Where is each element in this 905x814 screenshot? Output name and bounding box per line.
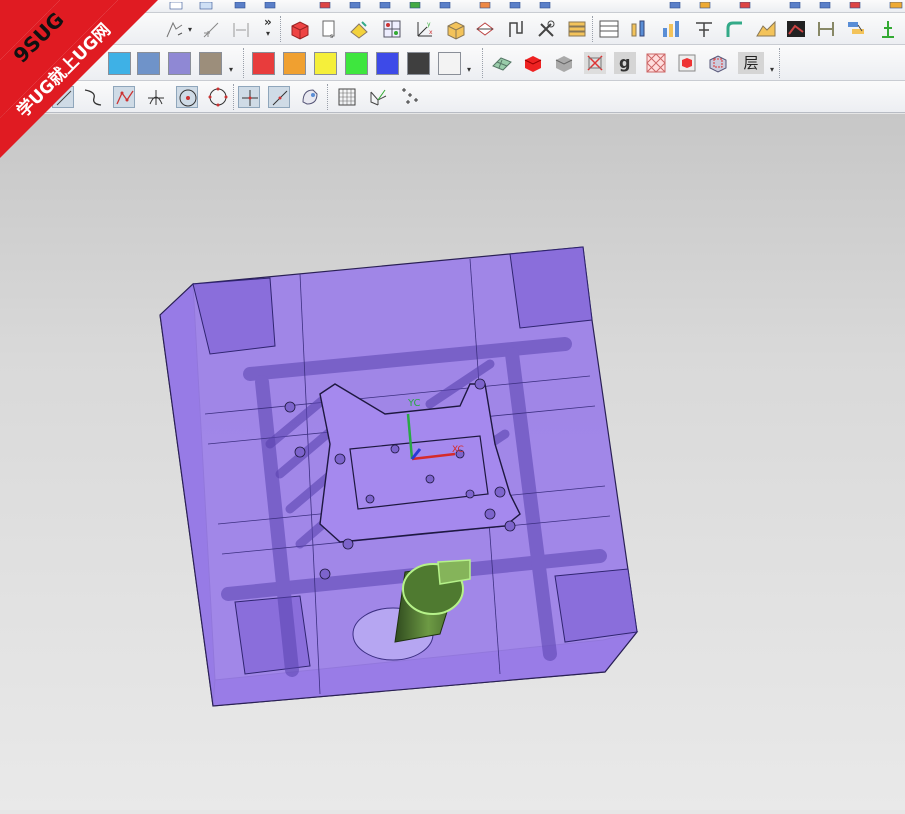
- grid-icon[interactable]: [381, 18, 403, 40]
- color-swatch-royal-blue[interactable]: [376, 52, 399, 75]
- ruler-icon[interactable]: [877, 18, 899, 40]
- chevron-down-icon[interactable]: ▾: [467, 65, 471, 74]
- color-swatch-yellow[interactable]: [314, 52, 337, 75]
- mold-plate-model[interactable]: YC XC: [0, 114, 905, 810]
- tee-icon[interactable]: [693, 18, 715, 40]
- grey-block-icon[interactable]: [553, 52, 575, 74]
- elbow-icon[interactable]: [723, 18, 745, 40]
- shape-icon[interactable]: [505, 18, 527, 40]
- clip-icon[interactable]: [299, 86, 321, 108]
- delete-icon[interactable]: [584, 52, 606, 74]
- color-swatch-green[interactable]: [345, 52, 368, 75]
- wcs-x-label: XC: [452, 445, 464, 455]
- color-swatch-steel[interactable]: [137, 52, 160, 75]
- color-swatch-blue[interactable]: [108, 52, 131, 75]
- toolbar-separator: [779, 48, 780, 78]
- bars-icon[interactable]: [628, 18, 650, 40]
- wcs-y-label: YC: [407, 398, 421, 409]
- crosshair-icon[interactable]: [238, 86, 260, 108]
- chevron-down-icon[interactable]: ▾: [266, 29, 270, 38]
- layer-button[interactable]: 层: [738, 52, 764, 74]
- tower-icon[interactable]: [845, 18, 867, 40]
- circle-point-icon[interactable]: [176, 86, 198, 108]
- color-swatch-orange[interactable]: [283, 52, 306, 75]
- dimension-icon[interactable]: [230, 19, 252, 41]
- pattern-icon[interactable]: [645, 52, 667, 74]
- grid-plane-icon[interactable]: [336, 86, 358, 108]
- select-icon[interactable]: [52, 86, 74, 108]
- g-icon[interactable]: g: [614, 52, 636, 74]
- table-icon[interactable]: [598, 18, 620, 40]
- graphics-viewport[interactable]: YC XC: [0, 114, 905, 810]
- chart-icon[interactable]: [660, 18, 682, 40]
- chevron-down-icon[interactable]: ▾: [188, 25, 192, 34]
- toolbar-top-icons[interactable]: [0, 1, 905, 13]
- svg-text:y: y: [427, 21, 431, 28]
- surface-icon[interactable]: [755, 18, 777, 40]
- spline-icon[interactable]: [113, 86, 135, 108]
- mesh-icon[interactable]: [491, 52, 513, 74]
- color-swatch-red[interactable]: [252, 52, 275, 75]
- color-swatch-lavender[interactable]: [168, 52, 191, 75]
- toolbar-separator: [280, 16, 281, 42]
- network-icon[interactable]: [815, 18, 837, 40]
- points-icon[interactable]: [398, 86, 420, 108]
- line-icon[interactable]: [268, 86, 290, 108]
- toolbar-separator: [233, 84, 234, 110]
- measure-icon[interactable]: [200, 19, 222, 41]
- intersect-icon[interactable]: [145, 86, 167, 108]
- svg-text:s: s: [330, 33, 333, 40]
- chevron-down-icon[interactable]: ▾: [770, 65, 774, 74]
- frame-icon[interactable]: [707, 52, 729, 74]
- chevron-down-icon[interactable]: ▾: [229, 65, 233, 74]
- color-swatch-charcoal[interactable]: [407, 52, 430, 75]
- file-icon[interactable]: s: [318, 18, 340, 40]
- paint-icon[interactable]: [348, 18, 370, 40]
- box-icon[interactable]: [288, 18, 310, 40]
- csys-icon[interactable]: [367, 86, 389, 108]
- cube-icon[interactable]: [444, 18, 466, 40]
- toolbar-separator: [327, 84, 328, 110]
- svg-text:x: x: [429, 29, 433, 36]
- stack-icon[interactable]: [566, 18, 588, 40]
- color-swatch-white[interactable]: [438, 52, 461, 75]
- circle-icon[interactable]: [207, 86, 229, 108]
- red-block-icon[interactable]: [522, 52, 544, 74]
- small-block-icon[interactable]: [676, 52, 698, 74]
- overflow-chevron[interactable]: »: [264, 15, 272, 29]
- tools-icon[interactable]: [535, 18, 557, 40]
- toolbar-top-strip: [0, 0, 905, 13]
- toolbar-row-3: ▾ ▾ g 层 ▾: [0, 45, 905, 81]
- toolbar-row-2: ▾ » ▾ s yx: [0, 13, 905, 45]
- axes-icon[interactable]: yx: [413, 18, 435, 40]
- section-icon[interactable]: [474, 18, 496, 40]
- color-swatch-taupe[interactable]: [199, 52, 222, 75]
- svg-text:g: g: [619, 53, 630, 72]
- curve-icon[interactable]: [82, 86, 104, 108]
- toolbar-separator: [243, 48, 244, 78]
- blackbox-icon[interactable]: [785, 18, 807, 40]
- toolbar-separator: [592, 16, 593, 42]
- toolbar-separator: [482, 48, 483, 78]
- draft-icon[interactable]: [164, 19, 186, 41]
- toolbar-row-4: [0, 81, 905, 113]
